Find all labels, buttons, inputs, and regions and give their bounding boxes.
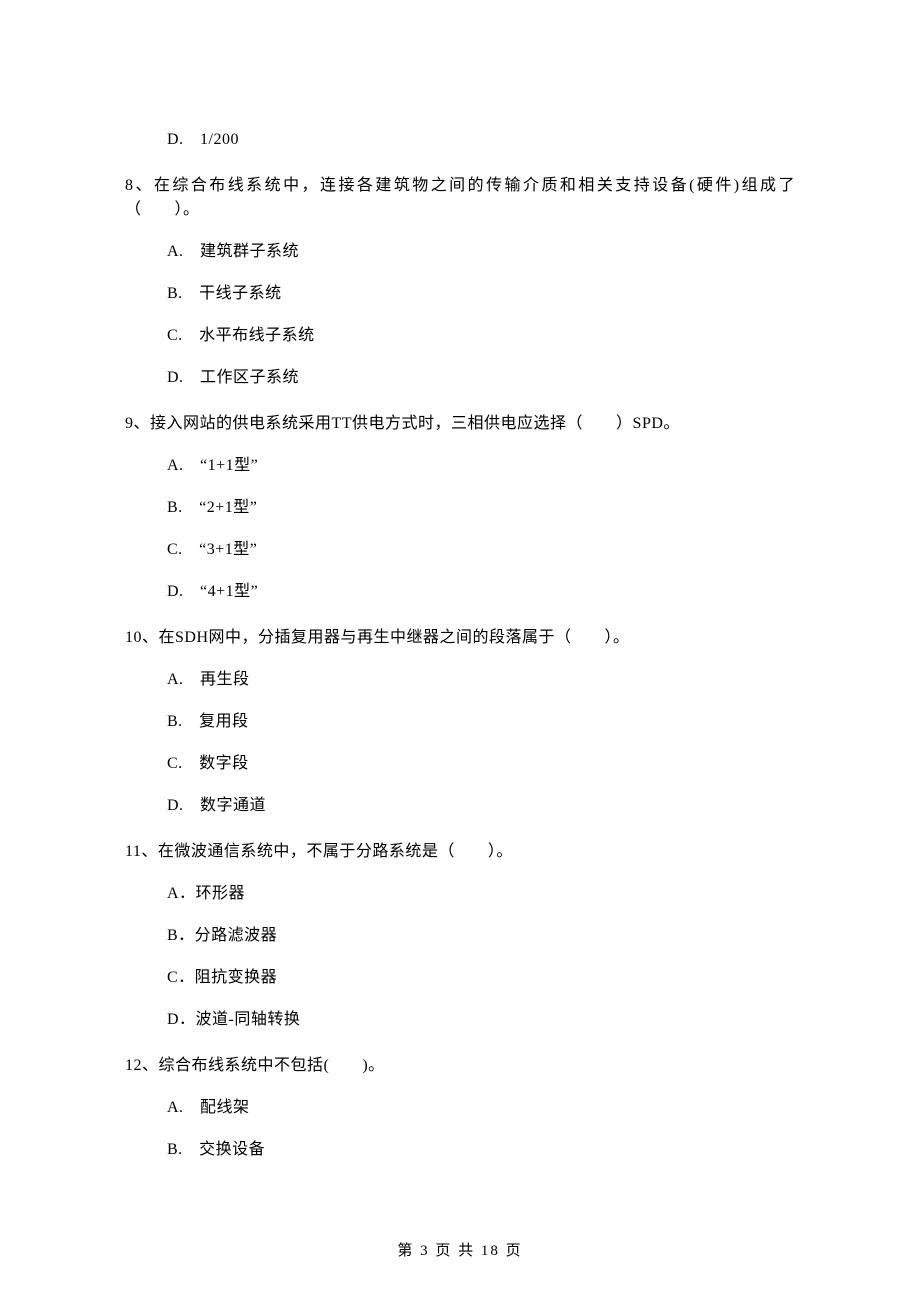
question-11-stem: 11、在微波通信系统中，不属于分路系统是（ ）。	[125, 840, 795, 864]
question-8-option-d: D. 工作区子系统	[125, 366, 795, 390]
question-10-option-b: B. 复用段	[125, 710, 795, 734]
orphan-option-d: D. 1/200	[125, 128, 795, 152]
page-footer: 第 3 页 共 18 页	[0, 1240, 920, 1263]
question-9-option-c: C. “3+1型”	[125, 538, 795, 562]
question-11-option-a: A．环形器	[125, 882, 795, 906]
page-container: D. 1/200 8、在综合布线系统中，连接各建筑物之间的传输介质和相关支持设备…	[0, 0, 920, 1302]
question-8-option-b: B. 干线子系统	[125, 282, 795, 306]
question-12-stem: 12、综合布线系统中不包括( )。	[125, 1054, 795, 1078]
question-8-stem: 8、在综合布线系统中，连接各建筑物之间的传输介质和相关支持设备(硬件)组成了（ …	[125, 174, 795, 222]
question-11-option-c: C．阻抗变换器	[125, 966, 795, 990]
question-9-option-a: A. “1+1型”	[125, 454, 795, 478]
question-8-option-c: C. 水平布线子系统	[125, 324, 795, 348]
question-9-option-d: D. “4+1型”	[125, 580, 795, 604]
question-10-stem: 10、在SDH网中，分插复用器与再生中继器之间的段落属于（ ）。	[125, 626, 795, 650]
question-10-option-a: A. 再生段	[125, 668, 795, 692]
question-8-option-a: A. 建筑群子系统	[125, 240, 795, 264]
question-10-option-d: D. 数字通道	[125, 794, 795, 818]
question-12-option-a: A. 配线架	[125, 1096, 795, 1120]
question-10-option-c: C. 数字段	[125, 752, 795, 776]
question-9-stem: 9、接入网站的供电系统采用TT供电方式时，三相供电应选择（ ）SPD。	[125, 412, 795, 436]
question-9-option-b: B. “2+1型”	[125, 496, 795, 520]
question-11-option-b: B．分路滤波器	[125, 924, 795, 948]
question-11-option-d: D．波道-同轴转换	[125, 1008, 795, 1032]
question-12-option-b: B. 交换设备	[125, 1138, 795, 1162]
